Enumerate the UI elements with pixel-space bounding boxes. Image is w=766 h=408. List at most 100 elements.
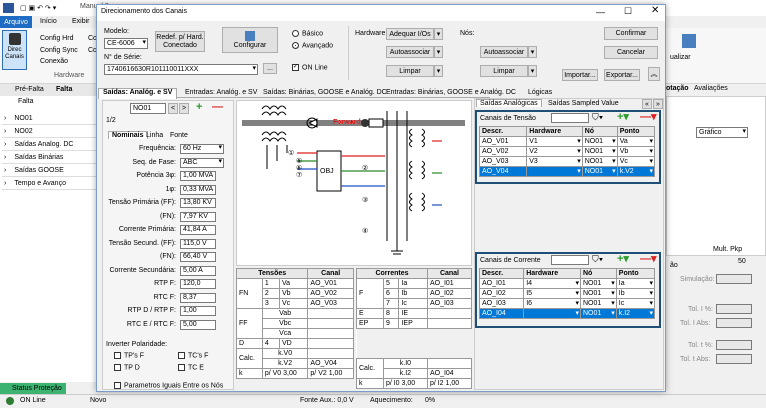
channel-select[interactable] [426,308,473,319]
subtab-nominais[interactable]: Nominais [108,131,148,139]
expand-icon[interactable]: › [4,115,6,122]
table-cell[interactable]: AO_I03 [478,298,525,309]
config-sync-button[interactable]: Config Sync [40,47,78,54]
channel-select[interactable]: AO_V03 [307,298,354,309]
chevron-down-icon[interactable]: ▾ [649,299,653,307]
table-cell[interactable]: AO_V03 [478,156,528,167]
column-header[interactable]: Hardware [526,126,583,137]
tensao-filter-field[interactable] [551,113,589,123]
tree-item[interactable]: › Saídas Analog. DC [2,138,98,151]
grafico-select[interactable]: Gráfico [696,127,748,138]
node-field-input[interactable]: 13,80 KV [180,198,216,208]
chevron-down-icon[interactable]: ▾ [649,167,653,175]
table-cell[interactable]: NO01 ▾ [579,278,617,289]
corrente-remove-icon[interactable]: —▾ [640,252,657,265]
node-field-input[interactable]: 7,97 KV [180,211,216,222]
tab-inicio[interactable]: Início [40,18,57,25]
chevron-down-icon[interactable]: ▾ [611,289,615,297]
hw-limpar-dropdown[interactable]: ▾ [434,65,443,77]
configurar-button[interactable]: Configurar [222,27,278,53]
table-cell[interactable]: Ia ▾ [615,278,656,289]
chevron-down-icon[interactable]: ▾ [575,279,579,287]
table-row[interactable]: AO_I01 I4 ▾ NO01 ▾ Ia ▾ [478,278,656,289]
hw-autoassociar-button[interactable]: Autoassociar [386,46,434,58]
tree-item[interactable]: › NO02 [2,125,98,138]
chevron-down-icon[interactable]: ▾ [612,147,616,155]
expand-icon[interactable]: › [4,128,6,135]
table-cell[interactable]: k.V2 ▾ [616,166,656,177]
serie-browse-button[interactable]: ... [263,63,277,74]
expand-icon[interactable]: › [4,141,6,148]
tree-item[interactable]: › Saídas GOOSE [2,164,98,177]
node-field-input[interactable]: 1,00 [180,306,216,316]
expand-icon[interactable]: › [4,180,6,187]
tensao-remove-icon[interactable]: —▾ [640,110,657,123]
table-cell[interactable]: ▾ [523,308,581,319]
table-cell[interactable]: NO01 ▾ [581,156,618,167]
table-cell[interactable]: Ib ▾ [615,288,656,299]
table-row[interactable]: AO_V01 V1 ▾ NO01 ▾ Va ▾ [478,136,656,147]
table-cell[interactable]: ▾ [526,166,583,177]
online-checkbox[interactable]: ✓ ON Line [292,64,328,71]
nos-limpar-dropdown[interactable]: ▾ [528,65,537,77]
chevron-down-icon[interactable]: ▾ [611,309,615,317]
channel-select[interactable] [307,338,354,349]
tree-item[interactable]: › Tempo e Avanço [2,177,98,190]
adequar-button[interactable]: Adequar I/Os [386,28,434,40]
table-cell[interactable]: NO01 ▾ [579,308,617,319]
corrente-add-icon[interactable]: +▾ [617,252,629,265]
confirmar-button[interactable]: Confirmar [604,27,658,40]
chevron-down-icon[interactable]: ▾ [649,137,653,145]
table-cell[interactable]: NO01 ▾ [579,288,617,299]
side-next-icon[interactable]: » [653,99,663,109]
channel-select[interactable] [426,358,473,369]
table-cell[interactable]: I4 ▾ [523,278,581,289]
table-cell[interactable]: Va ▾ [616,136,656,147]
chevron-down-icon[interactable]: ▾ [575,309,579,317]
config-hrd-button[interactable]: Config Hrd [40,35,73,42]
chevron-down-icon[interactable]: ▾ [649,309,653,317]
table-row[interactable]: AO_I02 I5 ▾ NO01 ▾ Ib ▾ [478,288,656,299]
column-header[interactable]: Ponto [615,268,656,279]
table-row[interactable]: AO_I03 I6 ▾ NO01 ▾ Ic ▾ [478,298,656,309]
chevron-down-icon[interactable]: ▾ [577,157,581,165]
right-tab-rotacao[interactable]: otação [666,85,689,92]
conexao-button[interactable]: Conexão [40,58,68,65]
chevron-down-icon[interactable]: ▾ [649,289,653,297]
simulacao-field[interactable] [716,274,752,284]
node-field-input[interactable]: 8,37 [180,292,216,303]
node-field-input[interactable]: 1,00 MVA [180,171,216,181]
table-cell[interactable]: I5 ▾ [523,288,581,299]
chevron-down-icon[interactable]: ▾ [649,279,653,287]
chevron-down-icon[interactable]: ▾ [575,289,579,297]
tol1-field[interactable] [716,304,752,314]
column-header[interactable]: Hardware [523,268,581,279]
chevron-down-icon[interactable]: ▾ [577,137,581,145]
chevron-down-icon[interactable]: ▾ [612,167,616,175]
table-cell[interactable]: AO_V02 [478,146,528,157]
node-field-input[interactable]: 66,40 V [180,252,216,262]
table-cell[interactable]: Vc ▾ [616,156,656,167]
channel-select[interactable] [307,308,354,319]
node-field-input[interactable]: ABC [180,157,224,168]
tensao-add-icon[interactable]: +▾ [617,110,629,123]
tol2-field[interactable] [716,340,752,350]
table-cell[interactable]: NO01 ▾ [581,166,618,177]
avancado-radio[interactable]: Avançado [292,42,333,49]
tab-exibir[interactable]: Exibir [72,18,90,25]
table-cell[interactable]: V3 ▾ [526,156,583,167]
tensao-filter-icon[interactable]: ⛉▾ [592,112,603,123]
tab-entradas-analog[interactable]: Entradas: Analóg. e SV [185,89,257,96]
right-ribbon-label[interactable]: ualizar [670,54,691,61]
column-header[interactable]: Nó [579,268,617,279]
column-header[interactable]: Ponto [616,126,656,137]
table-cell[interactable]: Ic ▾ [615,298,656,309]
subtab-falta[interactable]: Falta [56,86,72,93]
channel-select[interactable]: AO_I02 [426,288,473,299]
channel-select[interactable] [307,328,354,339]
table-cell[interactable]: NO01 ▾ [581,146,618,157]
tab-logicas[interactable]: Lógicas [528,89,552,96]
side-tab-sv[interactable]: Saídas Sampled Value [548,100,619,107]
channel-select[interactable]: AO_V04 [307,358,354,369]
node-field-input[interactable]: 5,00 A [180,265,216,276]
